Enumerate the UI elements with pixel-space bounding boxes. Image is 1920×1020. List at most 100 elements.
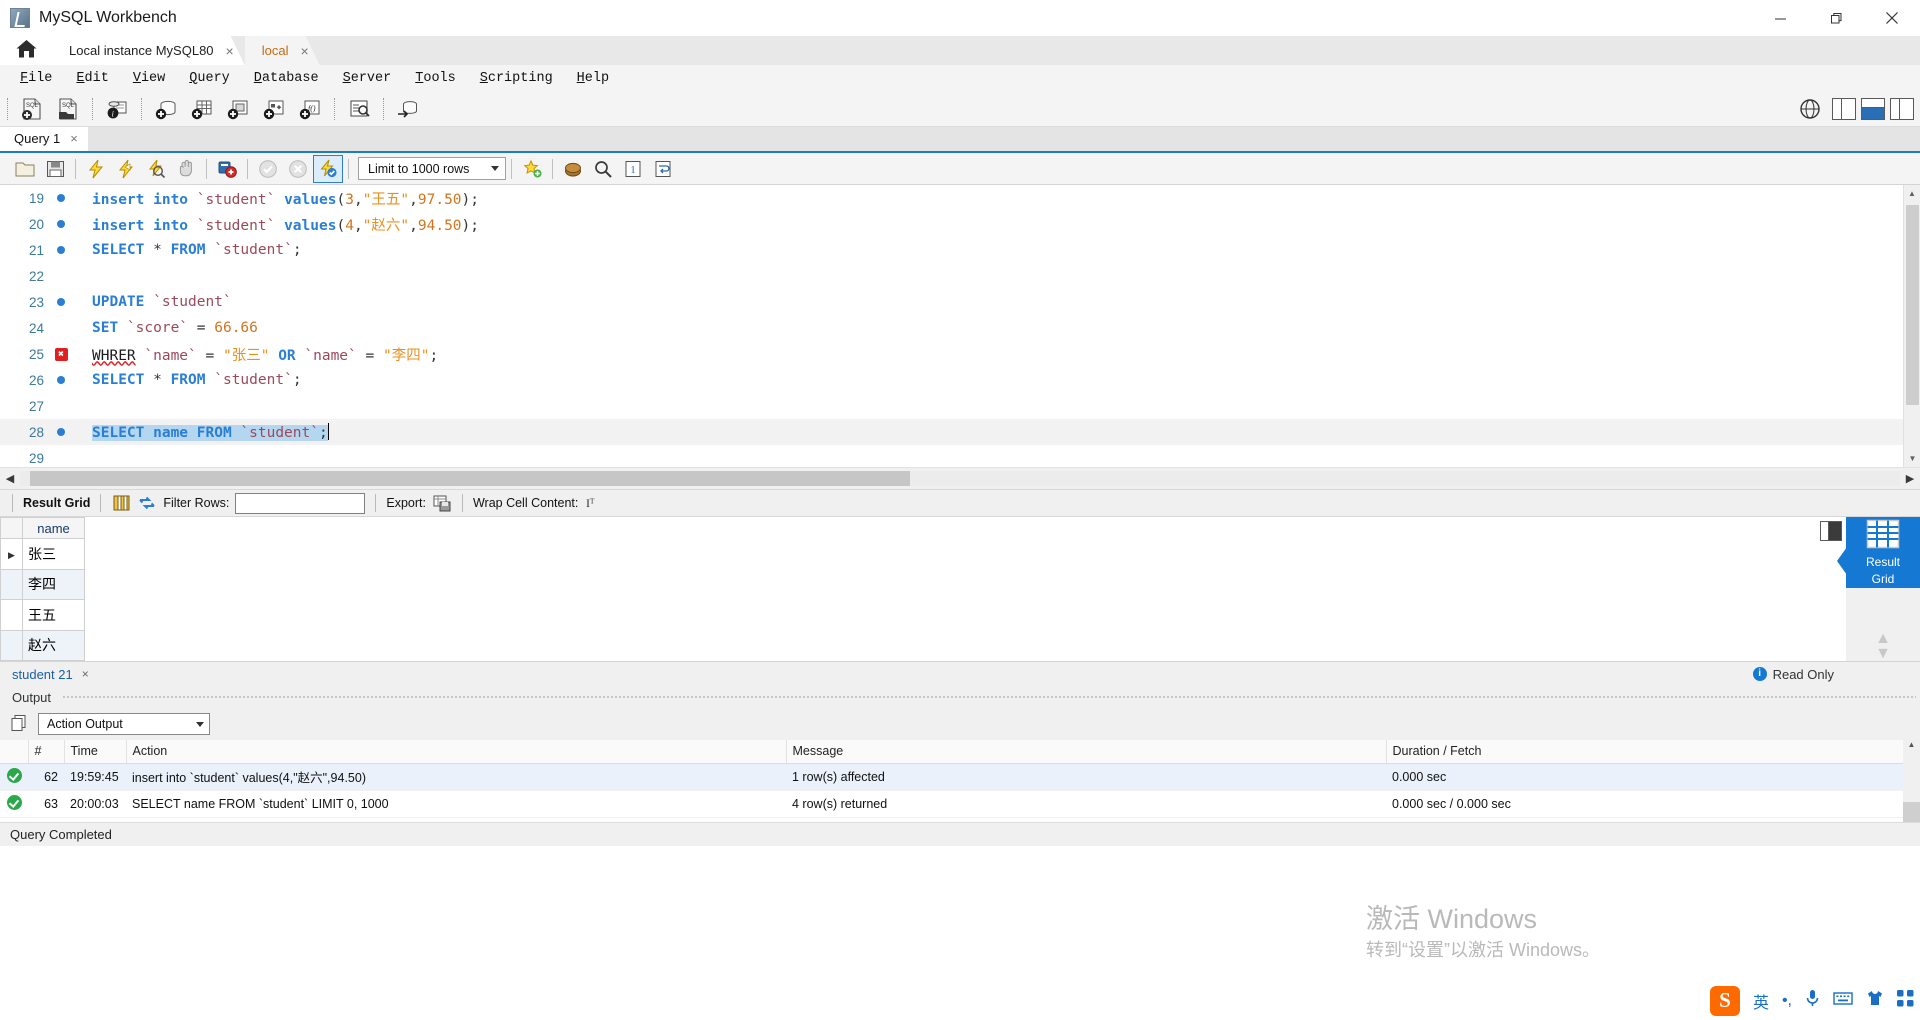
- scrollbar-thumb[interactable]: [1903, 802, 1920, 822]
- toggle-invisible-chars-icon[interactable]: 1: [618, 155, 648, 183]
- find-icon[interactable]: [588, 155, 618, 183]
- skin-icon[interactable]: [1866, 990, 1884, 1012]
- result-grid-table[interactable]: name ▶ 张三 李四 王五 赵六: [0, 517, 85, 661]
- code-line-22[interactable]: 22: [0, 263, 1920, 289]
- limit-rows-dropdown[interactable]: Limit to 1000 rows: [358, 157, 506, 180]
- toggle-breakpoint-icon[interactable]: [212, 155, 242, 183]
- row-selector[interactable]: [0, 629, 23, 661]
- output-row[interactable]: 63 20:00:03 SELECT name FROM `student` LIM…: [0, 790, 1920, 818]
- row-selector[interactable]: [0, 599, 23, 631]
- menu-server[interactable]: Server: [331, 65, 404, 91]
- action-output-table[interactable]: # Time Action Message Duration / Fetch 6…: [0, 740, 1920, 818]
- apps-icon[interactable]: [1897, 990, 1914, 1012]
- mic-icon[interactable]: [1805, 989, 1820, 1013]
- close-icon[interactable]: ×: [82, 667, 89, 681]
- menu-help[interactable]: Help: [565, 65, 621, 91]
- menu-tools[interactable]: Tools: [403, 65, 468, 91]
- scroll-up-icon[interactable]: ▲: [1904, 185, 1920, 202]
- close-icon[interactable]: [1864, 0, 1920, 36]
- output-type-select[interactable]: Action Output: [38, 713, 210, 735]
- output-vertical-scrollbar[interactable]: ▲: [1903, 740, 1920, 822]
- grid-cell[interactable]: 赵六: [22, 629, 85, 661]
- globe-icon[interactable]: [1793, 93, 1827, 125]
- wrap-cell-icon[interactable]: Iᵀ: [584, 493, 604, 513]
- grid-cell[interactable]: 张三: [22, 538, 85, 570]
- result-grid-area[interactable]: name ▶ 张三 李四 王五 赵六 Result Grid ▲ ▼: [0, 517, 1920, 661]
- execute-current-statement-icon[interactable]: [111, 155, 141, 183]
- filter-rows-input[interactable]: [235, 492, 366, 514]
- code-lines[interactable]: 19 insert into `student` values(3,"王五",97…: [0, 185, 1920, 467]
- row-selector[interactable]: ▶: [0, 538, 23, 570]
- copy-icon[interactable]: [10, 714, 30, 734]
- home-tab-button[interactable]: [0, 36, 52, 65]
- close-icon[interactable]: ×: [226, 44, 234, 58]
- scroll-down-icon[interactable]: ▼: [1904, 450, 1920, 467]
- rollback-icon[interactable]: [283, 155, 313, 183]
- toggle-output-icon[interactable]: [1861, 97, 1885, 120]
- scroll-up-icon[interactable]: ▲: [1903, 740, 1920, 757]
- create-schema-icon[interactable]: [149, 93, 183, 125]
- scroll-right-icon[interactable]: ▶: [1900, 472, 1920, 485]
- refresh-icon[interactable]: [137, 493, 157, 513]
- output-body[interactable]: 62 19:59:45 insert into `student` values(4…: [0, 763, 1920, 818]
- open-file-icon[interactable]: [10, 155, 40, 183]
- beautify-sql-icon[interactable]: [517, 155, 547, 183]
- sql-editor[interactable]: 19 insert into `student` values(3,"王五",97…: [0, 185, 1920, 467]
- search-data-icon[interactable]: [342, 93, 376, 125]
- result-grid-tab-button[interactable]: Result Grid: [1837, 517, 1920, 589]
- close-icon[interactable]: ×: [300, 44, 308, 58]
- keyboard-icon[interactable]: [1833, 991, 1853, 1011]
- grid-cell[interactable]: 王五: [22, 599, 85, 631]
- code-line-28[interactable]: 28 SELECT name FROM `student`;: [0, 419, 1920, 445]
- scrollbar-thumb[interactable]: [30, 471, 910, 486]
- ime-punctuation-icon[interactable]: •,: [1782, 992, 1792, 1010]
- menu-scripting[interactable]: Scripting: [468, 65, 565, 91]
- code-line-26[interactable]: 26 SELECT * FROM `student`;: [0, 367, 1920, 393]
- close-icon[interactable]: ×: [70, 131, 78, 146]
- reconnect-server-icon[interactable]: [391, 93, 425, 125]
- connection-info-icon[interactable]: i: [100, 93, 134, 125]
- scroll-left-icon[interactable]: ◀: [0, 472, 20, 485]
- export-recordset-icon[interactable]: [432, 493, 452, 513]
- output-row[interactable]: 62 19:59:45 insert into `student` values(4…: [0, 763, 1920, 791]
- menu-file[interactable]: File: [8, 65, 64, 91]
- editor-vertical-scrollbar[interactable]: ▲ ▼: [1903, 185, 1920, 467]
- new-sql-tab-icon[interactable]: SQL: [15, 93, 49, 125]
- wrap-lines-icon[interactable]: [648, 155, 678, 183]
- open-sql-script-icon[interactable]: SQL: [51, 93, 85, 125]
- connection-tab-local[interactable]: local ×: [245, 36, 320, 65]
- create-view-icon[interactable]: [221, 93, 255, 125]
- connection-tab-local-instance[interactable]: Local instance MySQL80 ×: [52, 36, 245, 65]
- snippets-icon[interactable]: [558, 155, 588, 183]
- menu-view[interactable]: View: [121, 65, 177, 91]
- grid-body[interactable]: ▶ 张三 李四 王五 赵六: [0, 538, 85, 661]
- editor-horizontal-scrollbar[interactable]: ◀ ▶: [0, 467, 1920, 489]
- code-line-23[interactable]: 23 UPDATE `student`: [0, 289, 1920, 315]
- explain-query-icon[interactable]: [141, 155, 171, 183]
- code-line-25[interactable]: 25 ✖ WHRER `name` = "张三" OR `name` = "李四";: [0, 341, 1920, 367]
- menu-query[interactable]: Query: [177, 65, 242, 91]
- minimize-icon[interactable]: [1752, 0, 1808, 36]
- menu-database[interactable]: Database: [242, 65, 331, 91]
- grid-column-header-name[interactable]: name: [22, 517, 85, 539]
- execute-statement-icon[interactable]: [81, 155, 111, 183]
- result-set-tab-student21[interactable]: student 21 ×: [0, 667, 97, 682]
- table-row[interactable]: 李四: [0, 568, 85, 600]
- code-line-20[interactable]: 20 insert into `student` values(4,"赵六",94…: [0, 211, 1920, 237]
- auto-commit-icon[interactable]: [313, 154, 343, 183]
- grid-cell[interactable]: 李四: [22, 568, 85, 600]
- ime-language-label[interactable]: 英: [1753, 989, 1769, 1013]
- save-file-icon[interactable]: [40, 155, 70, 183]
- query-tab-query1[interactable]: Query 1 ×: [0, 125, 88, 151]
- code-line-29[interactable]: 29: [0, 445, 1920, 467]
- toggle-sidebar-icon[interactable]: [1832, 97, 1856, 120]
- create-procedure-icon[interactable]: [257, 93, 291, 125]
- code-line-21[interactable]: 21 SELECT * FROM `student`;: [0, 237, 1920, 263]
- code-line-19[interactable]: 19 insert into `student` values(3,"王五",97…: [0, 185, 1920, 211]
- output-table-wrap[interactable]: # Time Action Message Duration / Fetch 6…: [0, 740, 1920, 822]
- restore-icon[interactable]: [1808, 0, 1864, 36]
- toggle-secondary-sidebar-icon[interactable]: [1890, 97, 1914, 120]
- code-line-27[interactable]: 27: [0, 393, 1920, 419]
- chevron-down-icon[interactable]: ▼: [1875, 645, 1891, 661]
- commit-icon[interactable]: [253, 155, 283, 183]
